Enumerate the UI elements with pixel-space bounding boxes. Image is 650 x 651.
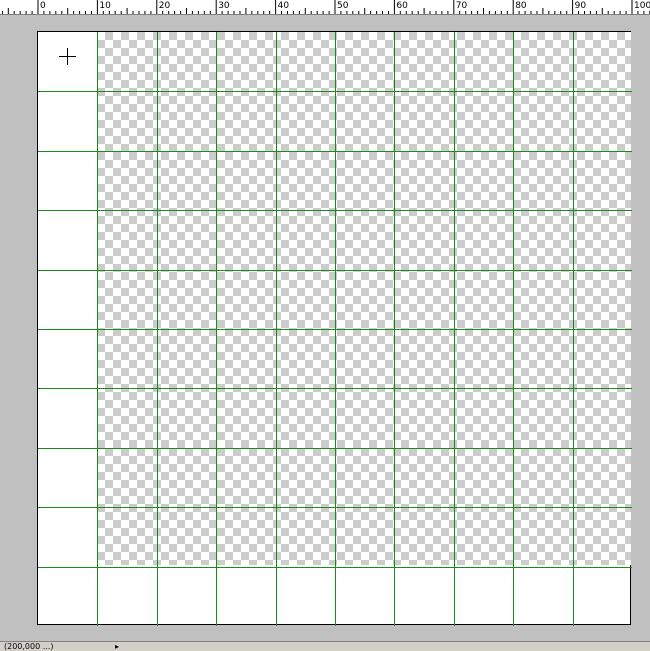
ruler-ticks: 0 10 20 30 40 50 60 70 80 90 100	[1, 0, 650, 14]
ruler-label: 100	[634, 1, 650, 11]
ruler-label: 20	[159, 1, 171, 11]
ruler-label: 30	[218, 1, 230, 11]
ruler-label: 40	[278, 1, 290, 11]
ruler-label: 80	[515, 1, 527, 11]
grid-overlay	[38, 32, 632, 626]
ruler-label: 70	[456, 1, 468, 11]
crosshair-icon	[59, 48, 76, 65]
ruler-label: 0	[40, 1, 46, 11]
canvas-workspace[interactable]	[0, 15, 650, 641]
ruler-label: 60	[396, 1, 408, 11]
ruler-label: 90	[575, 1, 587, 11]
document-canvas[interactable]	[37, 31, 632, 626]
horizontal-ruler[interactable]: 0 10 20 30 40 50 60 70 80 90 100	[0, 0, 650, 15]
ruler-label: 50	[337, 1, 349, 11]
ruler-label: 10	[99, 1, 111, 11]
